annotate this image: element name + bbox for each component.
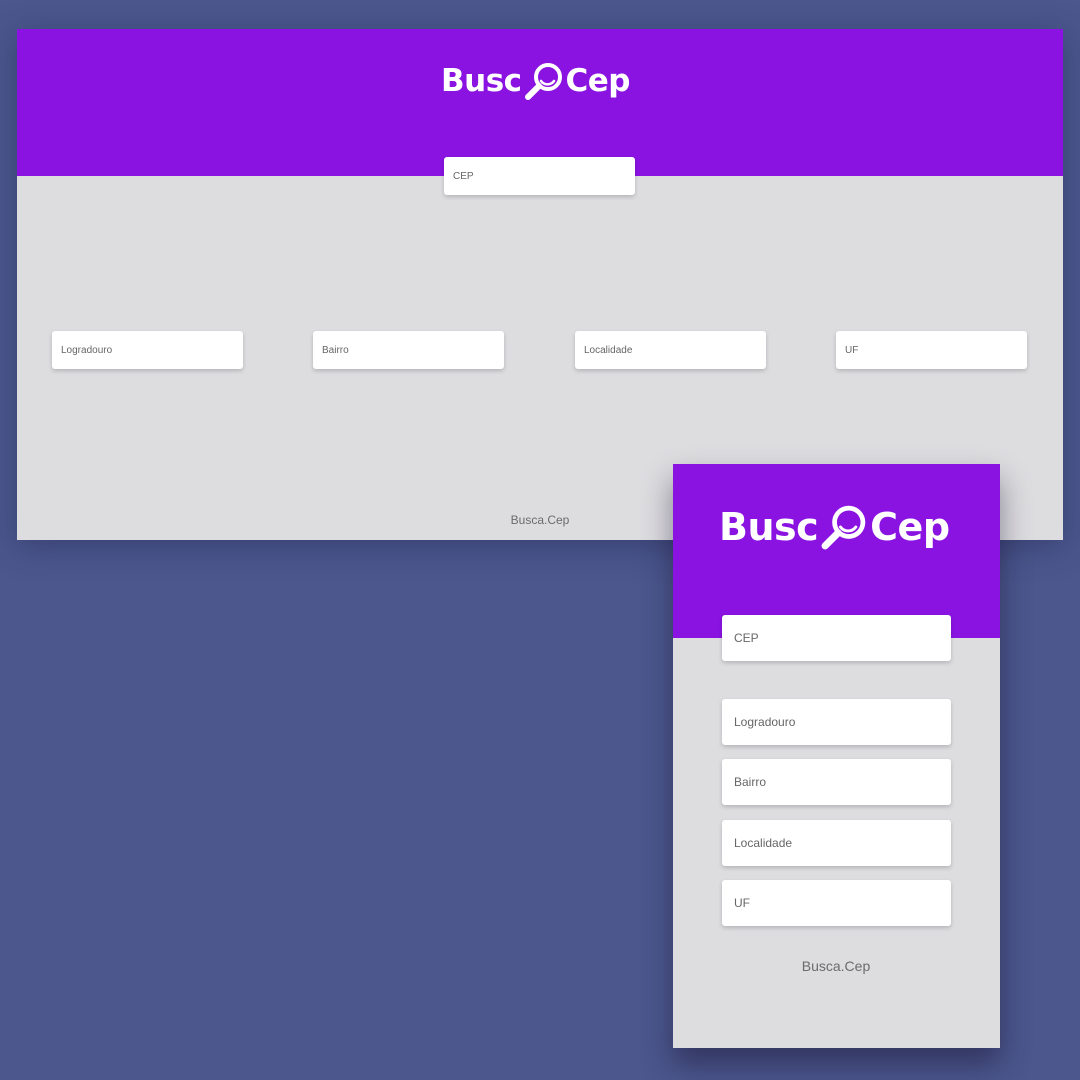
magnifier-icon xyxy=(522,59,566,103)
logo-text-left: Busc xyxy=(719,505,819,549)
logradouro-field[interactable]: Logradouro xyxy=(52,331,243,369)
logo-text-right: Cep xyxy=(565,63,631,99)
logo-text-left: Busc xyxy=(441,63,522,99)
cep-input[interactable]: CEP xyxy=(722,615,951,661)
uf-field[interactable]: UF xyxy=(836,331,1027,369)
footer-text: Busca.Cep xyxy=(510,513,570,527)
mobile-view: Busc Cep CEP Logradouro Bairro Localidad… xyxy=(673,464,1000,1048)
footer-text: Busca.Cep xyxy=(801,958,871,974)
logo: Busc Cep xyxy=(719,500,950,554)
logo-text-right: Cep xyxy=(870,505,950,549)
localidade-field[interactable]: Localidade xyxy=(722,820,951,866)
logradouro-field[interactable]: Logradouro xyxy=(722,699,951,745)
uf-field[interactable]: UF xyxy=(722,880,951,926)
bairro-field[interactable]: Bairro xyxy=(313,331,504,369)
logo: Busc Cep xyxy=(441,59,631,103)
localidade-field[interactable]: Localidade xyxy=(575,331,766,369)
magnifier-icon xyxy=(818,501,870,553)
cep-input[interactable]: CEP xyxy=(444,157,635,195)
bairro-field[interactable]: Bairro xyxy=(722,759,951,805)
